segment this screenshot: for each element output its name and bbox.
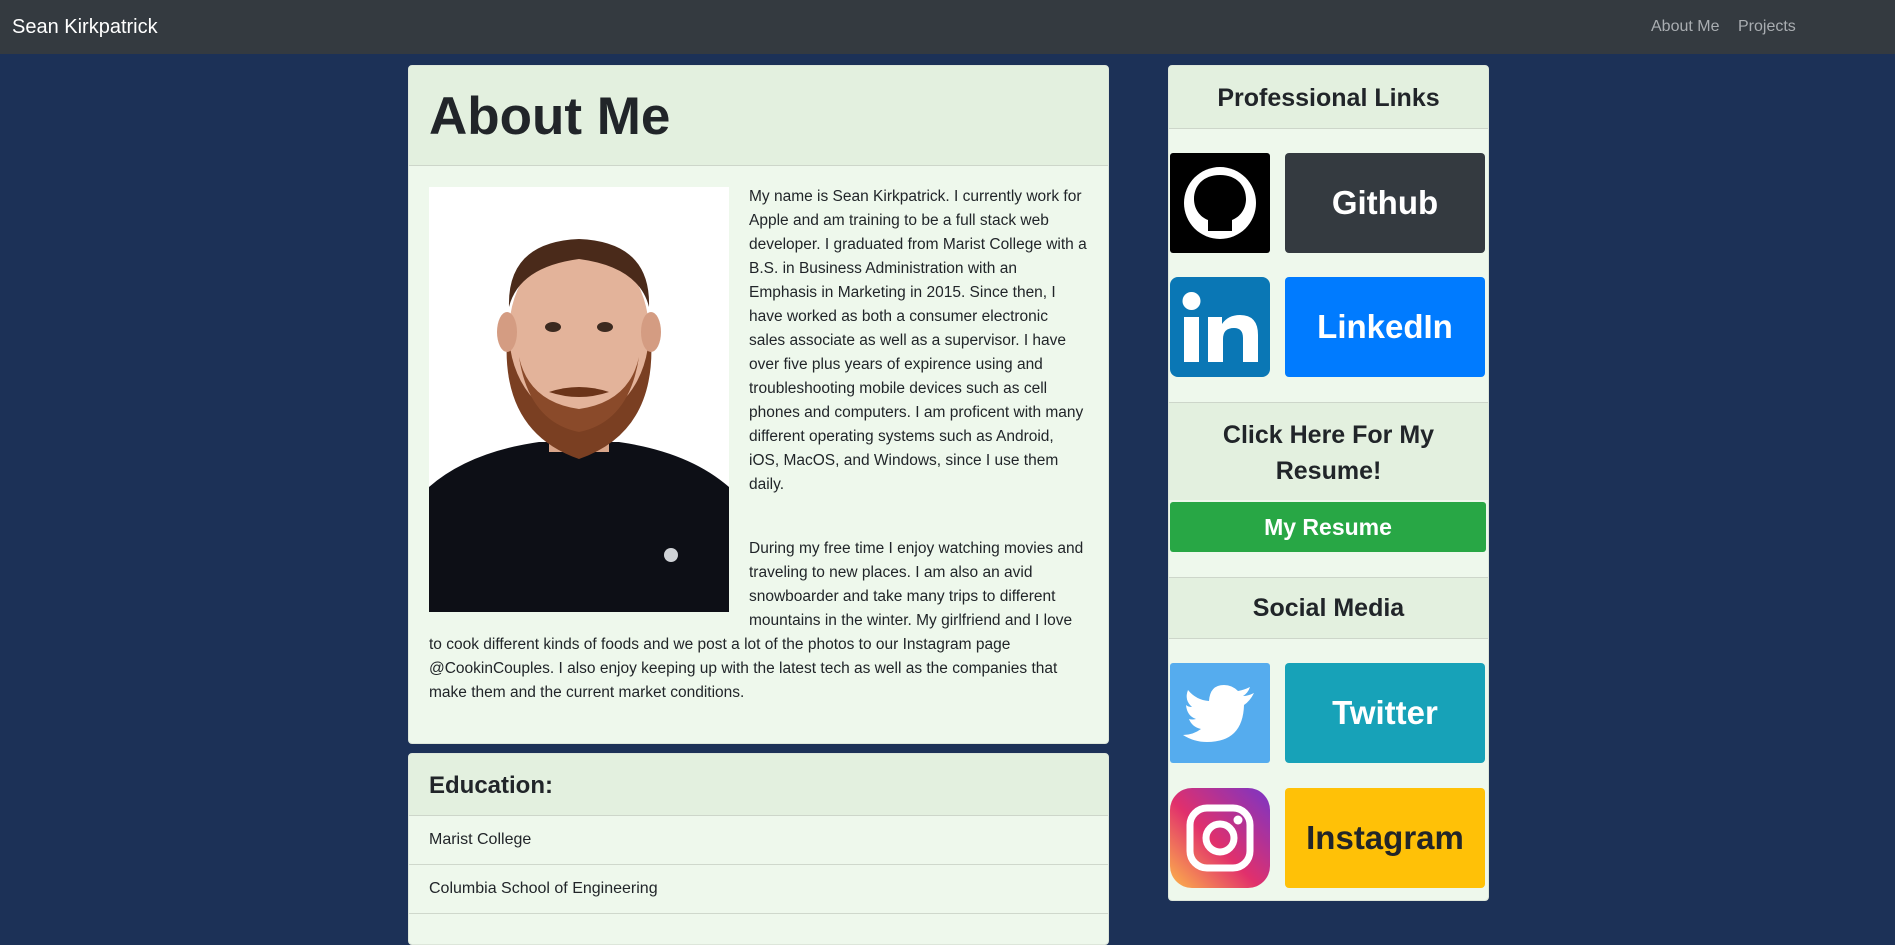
about-card: About Me My name is Sean Kirkpatrick. I … [408,65,1109,744]
education-card-header: Education: [409,754,1108,816]
profile-photo [429,187,729,612]
nav-link-about-me[interactable]: About Me [1651,18,1719,36]
education-title: Education: [429,772,553,799]
professional-links-header: Professional Links [1169,66,1488,129]
twitter-button[interactable]: Twitter [1285,663,1485,763]
nav-link-projects[interactable]: Projects [1738,18,1796,36]
social-media-title: Social Media [1252,594,1405,622]
linkedin-button[interactable]: LinkedIn [1285,277,1485,377]
instagram-icon[interactable] [1170,788,1270,888]
education-item: Columbia School of Engineering [409,865,1108,914]
professional-links-title: Professional Links [1217,84,1440,112]
github-button[interactable]: Github [1285,153,1485,253]
education-item: Marist College [409,816,1108,865]
education-item-label: Columbia School of Engineering [429,880,658,897]
resume-button[interactable]: My Resume [1170,502,1486,552]
github-icon[interactable] [1170,153,1270,253]
about-card-header: About Me [409,66,1108,166]
twitter-icon[interactable] [1170,663,1270,763]
navbar: Sean Kirkpatrick About Me Projects [0,0,1895,54]
instagram-button[interactable]: Instagram [1285,788,1485,888]
navbar-brand[interactable]: Sean Kirkpatrick [12,16,158,39]
sidebar-card: Professional Links Github LinkedIn Click… [1168,65,1489,901]
resume-title: Click Here For My Resume! [1222,421,1435,485]
page-title: About Me [429,87,671,146]
education-card: Education: Marist College Columbia Schoo… [408,753,1109,945]
resume-header: Click Here For My Resume! [1169,402,1488,500]
education-item-label: Marist College [429,831,532,848]
linkedin-icon[interactable] [1170,277,1270,377]
social-media-header: Social Media [1169,577,1488,639]
